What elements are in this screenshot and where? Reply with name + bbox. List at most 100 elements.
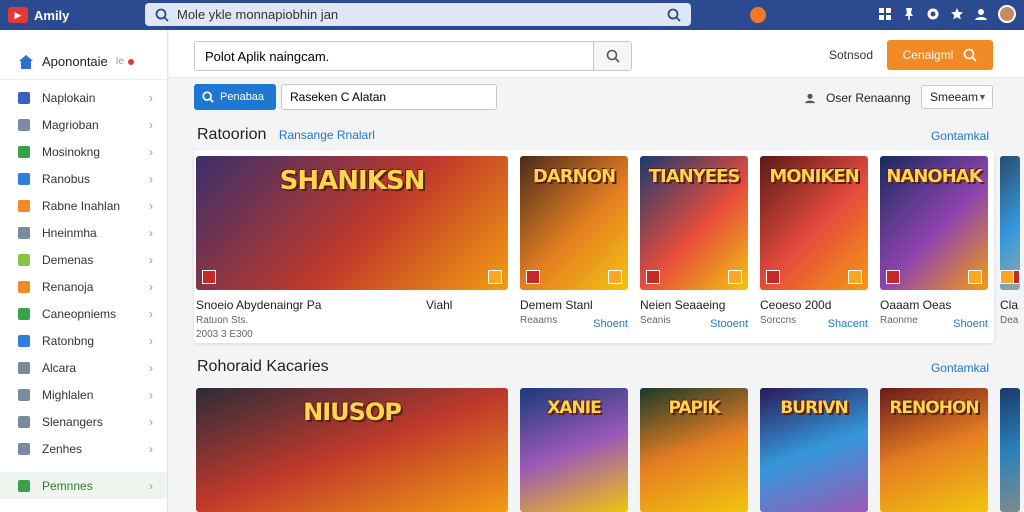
app-search-input[interactable] (195, 42, 593, 70)
game-cover-image: NANOHAK (880, 156, 988, 290)
sidebar-item[interactable]: Magrioban › (0, 111, 167, 138)
game-card[interactable]: BURIVN (760, 388, 868, 512)
sidebar-header[interactable]: Aponontaie Ie (0, 30, 167, 80)
sort-select[interactable]: Smeeam ▼ (921, 85, 993, 109)
notification-icon[interactable] (750, 7, 766, 23)
chevron-right-icon: › (149, 198, 153, 213)
game-card[interactable]: PAPIK (640, 388, 748, 512)
section1-link[interactable]: Gontamkal (931, 129, 989, 143)
section1-subtitle[interactable]: Ransange Rnalarl (279, 128, 375, 142)
sidebar-item[interactable]: Pemnnes › (0, 472, 167, 499)
game-card[interactable]: NIUSOP (196, 388, 508, 512)
top-icons (878, 5, 1016, 23)
filter-chip-label: Penabaa (220, 91, 265, 103)
doc-icon (18, 442, 30, 455)
filter-input[interactable] (281, 84, 497, 110)
sort-link[interactable]: Sotnsod (829, 48, 873, 62)
game-card[interactable]: NANOHAK Oaaam Oeas Raonme Shoent (880, 156, 988, 330)
star-icon[interactable] (950, 7, 964, 21)
search-row: Sotnsod Cenaigml (169, 30, 1024, 78)
chevron-down-icon: ▼ (978, 92, 987, 102)
sidebar-list: Naplokain › Magrioban › Mosinokng › Ranobus › Ra… (0, 80, 167, 499)
game-title: Snoeio Abydenaingr Pa (196, 298, 322, 312)
game-action-link[interactable]: Shoent (953, 318, 988, 330)
grid-icon[interactable] (878, 7, 892, 21)
filter-right: Oser Renaanng (804, 91, 911, 105)
game-cover-title: XANIE (547, 398, 601, 418)
app-search-button[interactable] (593, 42, 631, 70)
game-action-link[interactable]: Stooent (710, 318, 748, 330)
game-card[interactable]: RENOHON (880, 388, 988, 512)
app-search[interactable] (194, 41, 632, 71)
game-card[interactable]: DARNON Demem Stanl Reaams Shoent (520, 156, 628, 330)
settings-icon (18, 388, 30, 401)
sidebar-item[interactable]: Rabne Inahlan › (0, 192, 167, 219)
user-icon[interactable] (974, 7, 988, 21)
publisher-badge-icon (848, 270, 862, 284)
section2-title: Rohoraid Kacaries (197, 358, 329, 375)
filter-chip[interactable]: Penabaa (194, 84, 276, 110)
rating-badge-icon (886, 270, 900, 284)
filter-right-label[interactable]: Oser Renaanng (826, 91, 911, 105)
card-icon (18, 145, 30, 158)
sidebar-item[interactable]: Mosinokng › (0, 138, 167, 165)
sidebar-item[interactable]: Ranobus › (0, 165, 167, 192)
game-cover-image: PAPIK (640, 388, 748, 512)
search-icon (155, 8, 169, 22)
section2-heading: Rohoraid Kacaries (197, 358, 329, 376)
sidebar-item[interactable]: Zenhes › (0, 435, 167, 462)
pin-icon[interactable] (902, 7, 916, 21)
game-meta: Ratuon Sts. (196, 315, 249, 326)
pencil-icon (18, 334, 30, 347)
sidebar-item-label: Mosinokng (42, 144, 101, 159)
chevron-right-icon: › (149, 414, 153, 429)
sidebar-item[interactable]: Caneopniems › (0, 300, 167, 327)
global-search-input[interactable] (177, 7, 667, 22)
game-title: Neien Seaaeing (640, 298, 726, 312)
sidebar-item[interactable]: Alcara › (0, 354, 167, 381)
sidebar-item-label: Ranobus (42, 171, 91, 186)
game-title: Ceoeso 200d (760, 298, 832, 312)
sidebar-item[interactable]: Ratonbng › (0, 327, 167, 354)
global-search[interactable] (145, 3, 691, 26)
layers-icon (18, 415, 30, 428)
chevron-right-icon: › (149, 333, 153, 348)
game-card[interactable]: MONIKEN Ceoeso 200d Sorccns Shacent (760, 156, 868, 330)
primary-search-button[interactable]: Cenaigml (887, 40, 993, 70)
sidebar-item[interactable]: Demenas › (0, 246, 167, 273)
game-card[interactable] (1000, 388, 1020, 512)
sidebar: Aponontaie Ie Naplokain › Magrioban › Mosino… (0, 30, 168, 512)
game-card[interactable]: TIANYEES Neien Seaaeing Seanis Stooent (640, 156, 748, 330)
game-card[interactable]: Cla Dea (1000, 156, 1020, 326)
share-icon (18, 172, 30, 185)
sidebar-item[interactable]: Naplokain › (0, 84, 167, 111)
sidebar-item[interactable]: Mighlalen › (0, 381, 167, 408)
sidebar-item-label: Demenas (42, 252, 94, 267)
chevron-right-icon: › (149, 117, 153, 132)
home-icon (19, 54, 33, 69)
avatar[interactable] (998, 5, 1016, 23)
game-cover-image: TIANYEES (640, 156, 748, 290)
game-action-link[interactable]: Shacent (828, 318, 868, 330)
sidebar-item-label: Ratonbng (42, 333, 95, 348)
game-cover-title: MONIKEN (769, 166, 859, 187)
chevron-right-icon: › (149, 387, 153, 402)
sidebar-item[interactable]: Slenangers › (0, 408, 167, 435)
sidebar-item-label: Renanoja (42, 279, 94, 294)
globe-icon[interactable] (926, 7, 940, 21)
sidebar-item[interactable]: Renanoja › (0, 273, 167, 300)
section2-link[interactable]: Gontamkal (931, 361, 989, 375)
game-action-link[interactable]: Shoent (593, 318, 628, 330)
rating-badge-icon (202, 270, 216, 284)
brand[interactable]: ▶ Amily (0, 7, 140, 23)
search-icon (606, 49, 620, 63)
sidebar-item-label: Mighlalen (42, 387, 94, 402)
grid-icon (18, 118, 30, 131)
flag-icon (18, 280, 30, 293)
game-cover-title: RENOHON (889, 398, 979, 418)
search-submit-icon[interactable] (667, 8, 681, 22)
game-cover-image (1000, 156, 1020, 290)
game-card[interactable]: XANIE (520, 388, 628, 512)
sidebar-item[interactable]: Hneinmha › (0, 219, 167, 246)
game-card[interactable]: SHANIKSN Snoeio Abydenaingr Pa Viahl Ratuon… (196, 156, 508, 340)
